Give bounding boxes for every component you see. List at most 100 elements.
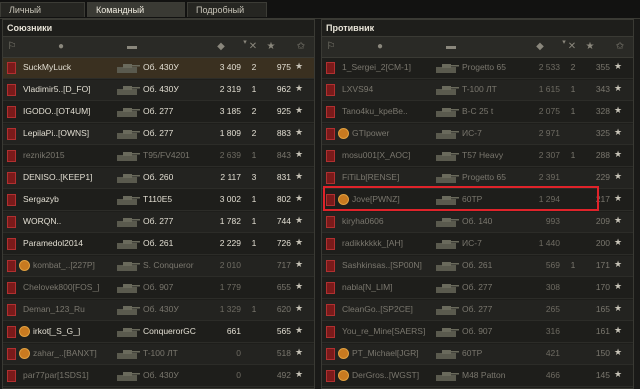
xp-value: 165 <box>595 304 610 314</box>
player-name[interactable]: IGODO..[OT4UM] <box>23 106 115 116</box>
player-name[interactable]: 1_Sergei_2[CM-1] <box>342 62 434 72</box>
player-name[interactable]: SuckMyLuck <box>23 62 115 72</box>
player-name[interactable]: Sergazyb <box>23 194 115 204</box>
tab-bar: Личный результат Командный результат Под… <box>0 0 640 30</box>
player-row[interactable]: zahar_..[BANXT] T-100 ЛТ 0 518 ★ <box>3 344 314 365</box>
player-row[interactable]: LepilaPi..[OWNS] Об. 277 1 809 2 883 ★ <box>3 124 314 145</box>
player-icon[interactable]: ● <box>55 41 67 53</box>
player-row[interactable]: Vladimir5..[D_FO] Об. 430У 2 319 1 962 ★ <box>3 80 314 101</box>
player-row[interactable]: FiTiLb[RENSE] Progetto 65 2 391 229 ★ <box>322 168 633 189</box>
tank-icon[interactable]: ▬ <box>121 41 143 53</box>
player-name[interactable]: Tano4ku_kpeBe.. <box>342 106 434 116</box>
player-row[interactable]: You_re_Mine[SAERS] Об. 907 316 161 ★ <box>322 322 633 343</box>
flag-icon <box>326 238 335 250</box>
player-name[interactable]: Paramedol2014 <box>23 238 115 248</box>
player-row[interactable]: SuckMyLuck Об. 430У 3 409 2 975 ★ <box>3 58 314 79</box>
player-name[interactable]: Deman_123_Ru <box>23 304 115 314</box>
xp-value: 655 <box>276 282 291 292</box>
tank-icon[interactable]: ▬ <box>440 41 462 53</box>
star-icon[interactable]: ★ <box>584 41 596 53</box>
player-name[interactable]: zahar_..[BANXT] <box>33 348 115 358</box>
player-row[interactable]: Chelovek800[FOS_] Об. 907 1 779 655 ★ <box>3 278 314 299</box>
player-row[interactable]: Sashkinsas..[SP00N] Об. 261 569 1 171 ★ <box>322 256 633 277</box>
sort-icon[interactable]: ▾ <box>560 37 568 49</box>
flag-icon <box>326 106 335 118</box>
damage-icon[interactable]: ◆ <box>534 41 546 53</box>
flag-icon <box>7 128 16 140</box>
vehicle-name: Об. 277 <box>143 106 174 116</box>
player-name[interactable]: CleanGo..[SP2CE] <box>342 304 434 314</box>
player-row[interactable]: GTIpower ИС-7 2 971 325 ★ <box>322 124 633 145</box>
player-name[interactable]: reznik2015 <box>23 150 115 160</box>
player-row[interactable]: DerGros..[WGST] M48 Patton 466 145 ★ <box>322 366 633 387</box>
tank-icon <box>434 215 460 229</box>
player-name[interactable]: radikkkkkk_[AH] <box>342 238 434 248</box>
player-name[interactable]: Vladimir5..[D_FO] <box>23 84 115 94</box>
player-name[interactable]: FiTiLb[RENSE] <box>342 172 434 182</box>
tab-team-result[interactable]: Командный результат <box>87 2 185 30</box>
player-icon[interactable]: ● <box>374 41 386 53</box>
player-name[interactable]: irkot[_S_G_] <box>33 326 115 336</box>
tank-icon <box>115 83 141 97</box>
player-name[interactable]: WORQN.. <box>23 216 115 226</box>
player-row[interactable]: 1_Sergei_2[CM-1] Progetto 65 2 533 2 355 ★ <box>322 58 633 79</box>
xp-value: 518 <box>276 348 291 358</box>
player-name[interactable]: Chelovek800[FOS_] <box>23 282 115 292</box>
player-row[interactable]: kombat_..[227P] S. Conqueror 2 010 717 ★ <box>3 256 314 277</box>
star-icon: ★ <box>295 149 304 159</box>
tab-detailed-report[interactable]: Подробный отчёт <box>187 2 267 30</box>
player-row[interactable]: par77par[1SDS1] Об. 430У 0 492 ★ <box>3 366 314 387</box>
player-name[interactable]: You_re_Mine[SAERS] <box>342 326 434 336</box>
star-icon[interactable]: ★ <box>265 41 277 53</box>
tab-personal-result[interactable]: Личный результат <box>0 2 85 30</box>
tank-icon <box>115 303 141 317</box>
xp-value: 843 <box>276 150 291 160</box>
sort-icon[interactable]: ▾ <box>241 37 249 49</box>
player-row[interactable]: CleanGo..[SP2CE] Об. 277 265 165 ★ <box>322 300 633 321</box>
player-name[interactable]: kombat_..[227P] <box>33 260 115 270</box>
tank-icon <box>434 259 460 273</box>
star-icon: ★ <box>295 303 304 313</box>
damage-value: 2 010 <box>219 260 241 270</box>
player-name[interactable]: LXVS94 <box>342 84 434 94</box>
tank-icon <box>115 369 141 383</box>
star-icon[interactable]: ✩ <box>614 41 626 53</box>
player-row[interactable]: Deman_123_Ru Об. 430У 1 329 1 620 ★ <box>3 300 314 321</box>
xp-value: 620 <box>276 304 291 314</box>
damage-icon[interactable]: ◆ <box>215 41 227 53</box>
damage-value: 2 319 <box>219 84 241 94</box>
flag-icon <box>326 304 335 316</box>
player-name[interactable]: nabla[N_LIM] <box>342 282 434 292</box>
player-row[interactable]: WORQN.. Об. 277 1 782 1 744 ★ <box>3 212 314 233</box>
xp-value: 831 <box>276 172 291 182</box>
player-row[interactable]: Tano4ku_kpeBe.. B-C 25 t 2 075 1 328 ★ <box>322 102 633 123</box>
player-row[interactable]: reznik2015 T95/FV4201 2 639 1 843 ★ <box>3 146 314 167</box>
player-row[interactable]: Sergazyb T110E5 3 002 1 802 ★ <box>3 190 314 211</box>
star-icon: ★ <box>614 237 623 247</box>
player-row[interactable]: mosu001[X_AOC] T57 Heavy 2 307 1 288 ★ <box>322 146 633 167</box>
player-name[interactable]: Jove[PWNZ] <box>352 194 434 204</box>
player-name[interactable]: par77par[1SDS1] <box>23 370 115 380</box>
player-row[interactable]: radikkkkkk_[AH] ИС-7 1 440 200 ★ <box>322 234 633 255</box>
player-name[interactable]: Sashkinsas..[SP00N] <box>342 260 434 270</box>
player-row[interactable]: nabla[N_LIM] Об. 277 308 170 ★ <box>322 278 633 299</box>
player-row[interactable]: kiryha0606 Об. 140 993 209 ★ <box>322 212 633 233</box>
player-name[interactable]: kiryha0606 <box>342 216 434 226</box>
player-row[interactable]: Jove[PWNZ] 60TP 1 294 217 ★ <box>322 190 633 211</box>
player-name[interactable]: mosu001[X_AOC] <box>342 150 434 160</box>
player-name[interactable]: DerGros..[WGST] <box>352 370 434 380</box>
player-name[interactable]: PT_Michael[JGR] <box>352 348 434 358</box>
player-row[interactable]: PT_Michael[JGR] 60TP 421 150 ★ <box>322 344 633 365</box>
player-row[interactable]: LXVS94 T-100 ЛТ 1 615 1 343 ★ <box>322 80 633 101</box>
player-row[interactable]: DENISO..[KEEP1] Об. 260 2 117 3 831 ★ <box>3 168 314 189</box>
player-name[interactable]: DENISO..[KEEP1] <box>23 172 115 182</box>
player-row[interactable]: irkot[_S_G_] ConquerorGC 661 565 ★ <box>3 322 314 343</box>
damage-value: 1 615 <box>538 84 560 94</box>
player-name[interactable]: GTIpower <box>352 128 434 138</box>
player-name[interactable]: LepilaPi..[OWNS] <box>23 128 115 138</box>
tank-icon <box>434 105 460 119</box>
player-row[interactable]: IGODO..[OT4UM] Об. 277 3 185 2 925 ★ <box>3 102 314 123</box>
flag-icon <box>326 128 335 140</box>
player-row[interactable]: Paramedol2014 Об. 261 2 229 1 726 ★ <box>3 234 314 255</box>
star-icon[interactable]: ✩ <box>295 41 307 53</box>
